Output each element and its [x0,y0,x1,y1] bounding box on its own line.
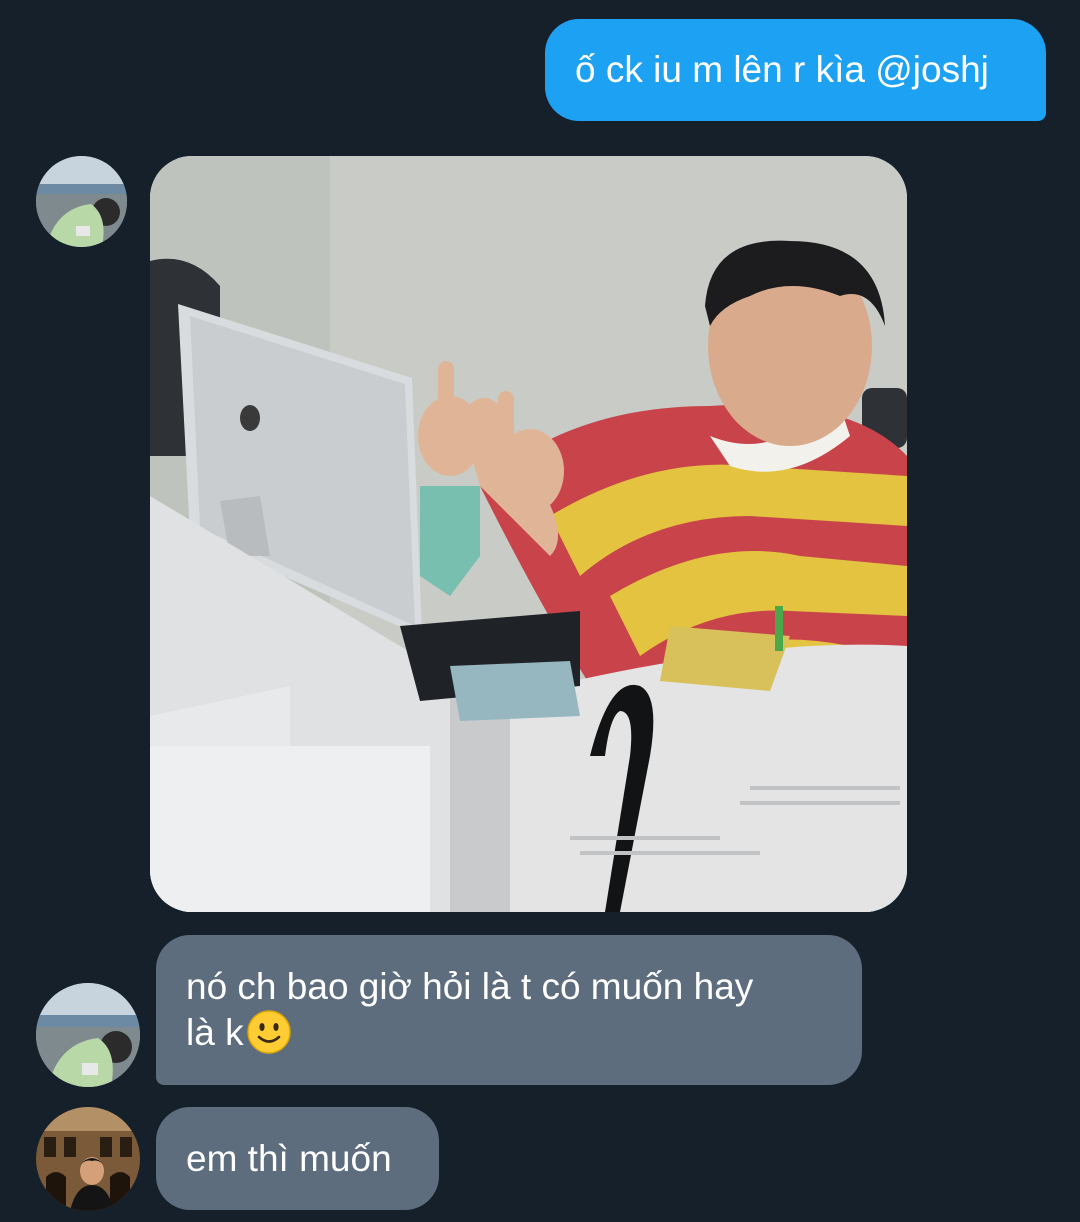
incoming-message-bubble[interactable]: nó ch bao giờ hỏi là t có muốn hay là k [156,935,862,1085]
avatar-image [36,1107,140,1211]
office-photo [150,156,907,912]
incoming-message-text-line-2-text: là k [186,1012,244,1053]
slightly-smiling-face-icon [246,1010,291,1054]
avatar[interactable] [36,983,140,1087]
avatar-image [36,983,140,1087]
avatar[interactable] [36,1107,140,1211]
incoming-message-text: em thì muốn [186,1138,392,1179]
incoming-message-text-line-2: là k [186,1009,832,1055]
incoming-message-bubble[interactable]: em thì muốn [156,1107,439,1210]
incoming-message-text-line-1: nó ch bao giờ hỏi là t có muốn hay [186,966,754,1007]
avatar-image [36,156,127,247]
photo-message[interactable] [150,156,907,912]
dm-conversation: ố ck iu m lên r kìa @joshj nó ch bao giờ… [0,0,1080,1222]
avatar[interactable] [36,156,127,247]
outgoing-message-text: ố ck iu m lên r kìa @joshj [575,49,989,90]
outgoing-message-bubble[interactable]: ố ck iu m lên r kìa @joshj [545,19,1046,121]
